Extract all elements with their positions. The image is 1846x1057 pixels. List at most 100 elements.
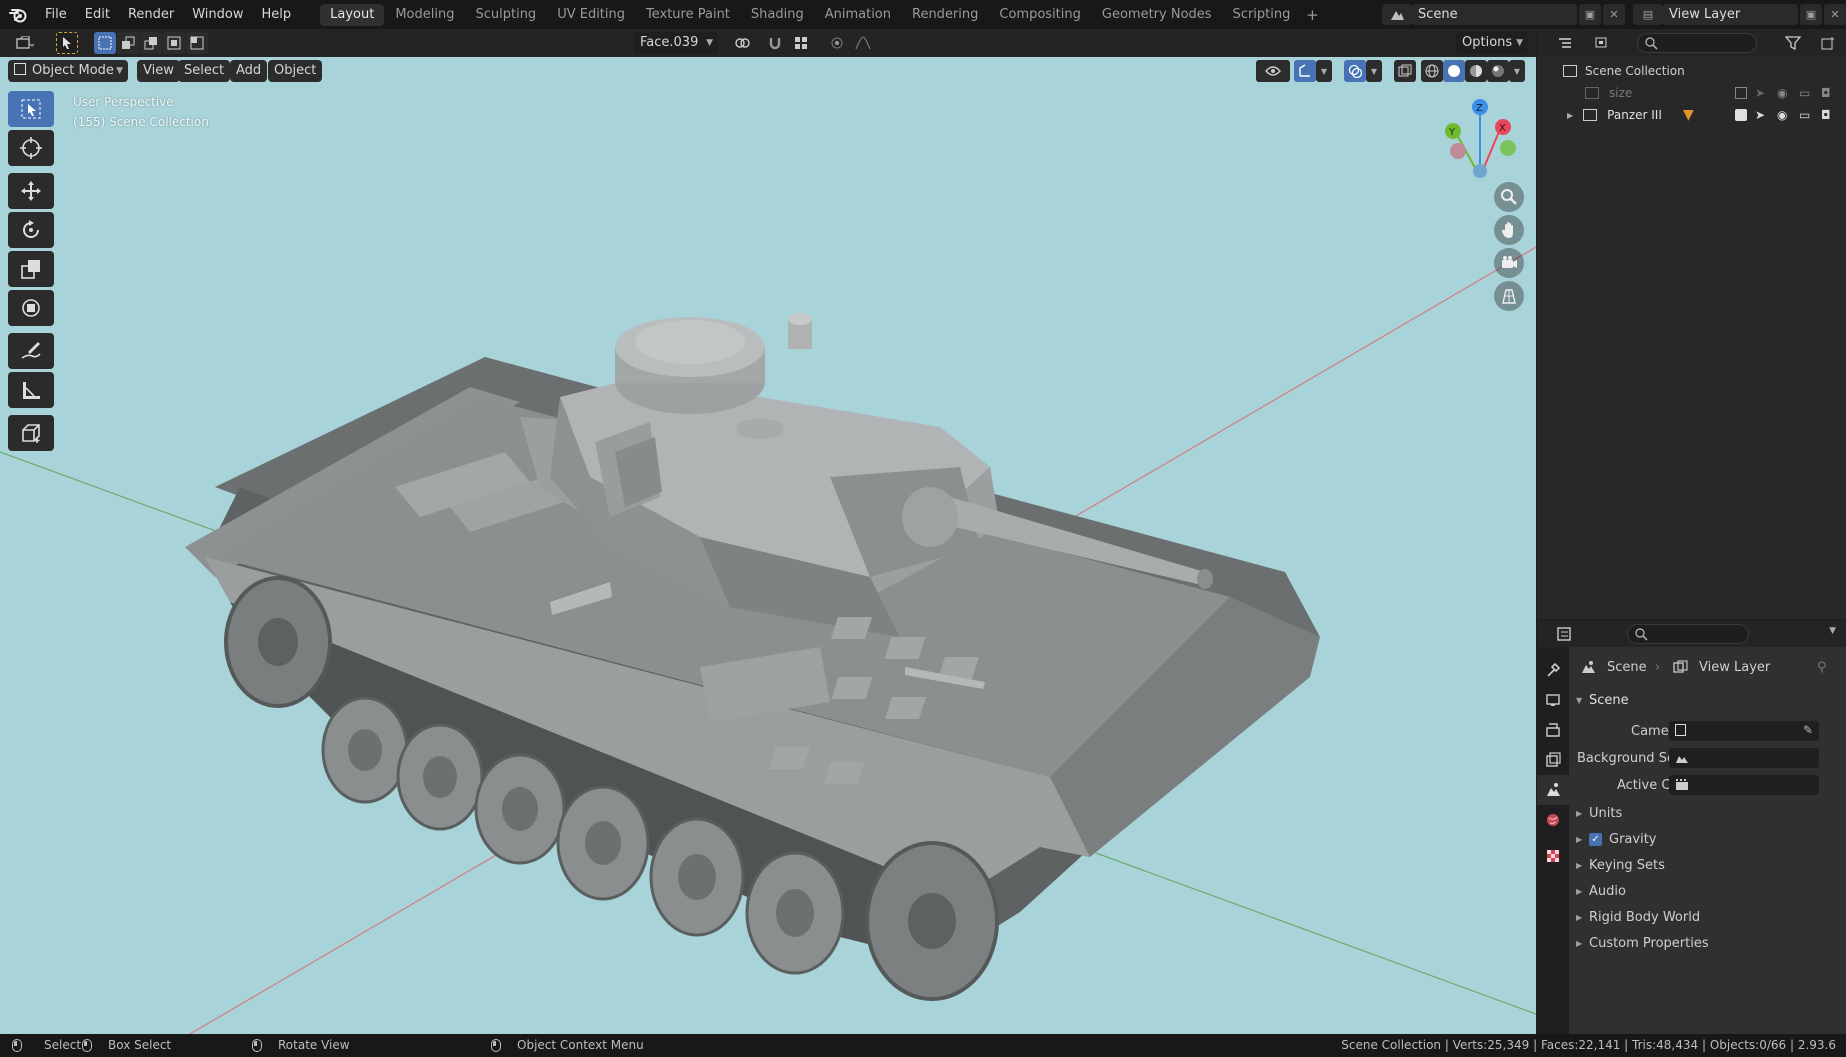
- properties-search-input[interactable]: [1627, 624, 1749, 644]
- eyedropper-icon[interactable]: ✎: [1803, 723, 1813, 737]
- tab-rendering[interactable]: Rendering: [902, 4, 988, 26]
- scene-browse-icon[interactable]: [1382, 4, 1412, 25]
- monitor-icon[interactable]: ▭: [1799, 86, 1810, 100]
- camera-field[interactable]: ✎: [1669, 721, 1819, 741]
- tab-shading[interactable]: Shading: [741, 4, 814, 26]
- shading-options-icon[interactable]: ▼: [1509, 60, 1525, 82]
- 3d-viewport[interactable]: Z X Y Object Mode ▼ View Select Add Obje…: [0, 57, 1536, 1034]
- outliner-item-panzer-iii[interactable]: ▶ Panzer III ▼ ➤ ◉ ▭ ◘: [1537, 104, 1846, 126]
- eye-icon[interactable]: ◉: [1777, 108, 1787, 122]
- zoom-icon[interactable]: [1494, 182, 1524, 212]
- new-collection-icon[interactable]: [1817, 32, 1839, 54]
- cursor-tool[interactable]: [8, 130, 54, 166]
- material-shading-icon[interactable]: [1465, 60, 1487, 82]
- perspective-toggle-icon[interactable]: [1494, 281, 1524, 311]
- exclude-checkbox[interactable]: [1735, 109, 1747, 121]
- measure-tool[interactable]: [8, 372, 54, 408]
- solid-shading-icon[interactable]: [1443, 60, 1465, 82]
- exclude-checkbox[interactable]: [1735, 87, 1747, 99]
- tab-texture-paint[interactable]: Texture Paint: [636, 4, 740, 26]
- tab-uv-editing[interactable]: UV Editing: [547, 4, 635, 26]
- options-dropdown[interactable]: Options ▼: [1456, 32, 1528, 54]
- selectable-icon[interactable]: ➤: [1755, 108, 1765, 122]
- gizmo-neg-z-axis[interactable]: [1473, 164, 1487, 178]
- add-menu[interactable]: Add: [230, 60, 268, 82]
- select-mode-intersect-icon[interactable]: [163, 32, 185, 54]
- proportional-falloff-icon[interactable]: [848, 32, 878, 54]
- move-tool[interactable]: [8, 173, 54, 209]
- display-mode-icon[interactable]: [1587, 32, 1619, 54]
- tab-sculpting[interactable]: Sculpting: [465, 4, 546, 26]
- monitor-icon[interactable]: ▭: [1799, 108, 1810, 122]
- rigid-body-world-panel[interactable]: ▶ Rigid Body World: [1569, 906, 1846, 928]
- proportional-edit-icon[interactable]: [826, 32, 848, 54]
- scene-panel-header[interactable]: ▼ Scene: [1569, 689, 1846, 711]
- view-layer-tab-icon[interactable]: [1537, 745, 1569, 775]
- editor-type-icon[interactable]: [8, 32, 42, 54]
- annotate-tool[interactable]: [8, 333, 54, 369]
- outliner-search-input[interactable]: [1637, 33, 1757, 53]
- menu-edit[interactable]: Edit: [76, 0, 119, 29]
- select-tool-icon[interactable]: [56, 32, 78, 54]
- outliner-editor-type-icon[interactable]: [1549, 32, 1581, 54]
- render-camera-icon[interactable]: ◘: [1821, 108, 1831, 122]
- background-scene-field[interactable]: [1669, 748, 1819, 768]
- gizmo-options-icon[interactable]: ▼: [1316, 60, 1332, 82]
- transform-tool[interactable]: [8, 290, 54, 326]
- selectable-icon[interactable]: ➤: [1755, 86, 1765, 100]
- camera-view-icon[interactable]: [1494, 248, 1524, 278]
- tab-modeling[interactable]: Modeling: [385, 4, 464, 26]
- add-cube-tool[interactable]: [8, 415, 54, 451]
- custom-properties-panel[interactable]: ▶ Custom Properties: [1569, 932, 1846, 954]
- scene-tab-icon[interactable]: [1537, 775, 1569, 805]
- select-mode-extend-icon[interactable]: [117, 32, 139, 54]
- rotate-tool[interactable]: [8, 212, 54, 248]
- gizmo-neg-y-axis[interactable]: [1500, 140, 1516, 156]
- new-scene-icon[interactable]: ▣: [1579, 4, 1601, 25]
- navigation-gizmo[interactable]: Z X Y: [1445, 99, 1516, 178]
- tab-scripting[interactable]: Scripting: [1223, 4, 1301, 26]
- object-menu[interactable]: Object: [268, 60, 323, 82]
- expand-arrow-icon[interactable]: ▶: [1567, 111, 1573, 120]
- rendered-shading-icon[interactable]: [1487, 60, 1509, 82]
- mesh-selector[interactable]: Face.039 ▼: [634, 32, 718, 54]
- keying-sets-panel[interactable]: ▶ Keying Sets: [1569, 854, 1846, 876]
- outliner-item-size[interactable]: size ➤ ◉ ▭ ◘: [1537, 82, 1846, 104]
- select-mode-invert-icon[interactable]: [186, 32, 208, 54]
- output-tab-icon[interactable]: [1537, 715, 1569, 745]
- transform-pivot-icon[interactable]: [728, 32, 758, 54]
- chevron-down-icon[interactable]: ▼: [1829, 626, 1836, 636]
- properties-editor-type-icon[interactable]: [1549, 623, 1581, 645]
- view-menu[interactable]: View: [137, 60, 180, 82]
- tank-model[interactable]: [185, 313, 1320, 1001]
- blender-logo-icon[interactable]: [0, 0, 36, 29]
- tab-animation[interactable]: Animation: [815, 4, 901, 26]
- scale-tool[interactable]: [8, 251, 54, 287]
- tab-compositing[interactable]: Compositing: [989, 4, 1091, 26]
- menu-render[interactable]: Render: [119, 0, 183, 29]
- outliner-root-row[interactable]: Scene Collection: [1537, 60, 1846, 82]
- select-box-tool[interactable]: [8, 91, 54, 127]
- view-layer-field[interactable]: View Layer: [1663, 4, 1798, 25]
- eye-icon[interactable]: ◉: [1777, 86, 1787, 100]
- texture-tab-icon[interactable]: [1537, 841, 1569, 871]
- object-mode-dropdown[interactable]: Object Mode ▼: [8, 60, 128, 82]
- scene-field[interactable]: Scene: [1412, 4, 1577, 25]
- snap-increment-icon[interactable]: [786, 32, 816, 54]
- snap-magnet-icon[interactable]: [764, 32, 786, 54]
- delete-view-layer-icon[interactable]: ✕: [1824, 4, 1846, 25]
- select-mode-new-icon[interactable]: [94, 32, 116, 54]
- menu-help[interactable]: Help: [253, 0, 301, 29]
- wireframe-shading-icon[interactable]: [1421, 60, 1443, 82]
- tab-geometry-nodes[interactable]: Geometry Nodes: [1092, 4, 1222, 26]
- world-tab-icon[interactable]: [1537, 805, 1569, 835]
- gizmo-neg-x-axis[interactable]: [1450, 143, 1466, 159]
- render-tab-icon[interactable]: [1537, 685, 1569, 715]
- visibility-icon[interactable]: [1256, 60, 1290, 82]
- gravity-panel[interactable]: ▶ ✓ Gravity: [1569, 828, 1846, 850]
- select-mode-subtract-icon[interactable]: [140, 32, 162, 54]
- pin-icon[interactable]: ⚲: [1817, 660, 1827, 675]
- gizmo-toggle-icon[interactable]: [1294, 60, 1316, 82]
- units-panel[interactable]: ▶ Units: [1569, 802, 1846, 824]
- filter-icon[interactable]: [1777, 32, 1809, 54]
